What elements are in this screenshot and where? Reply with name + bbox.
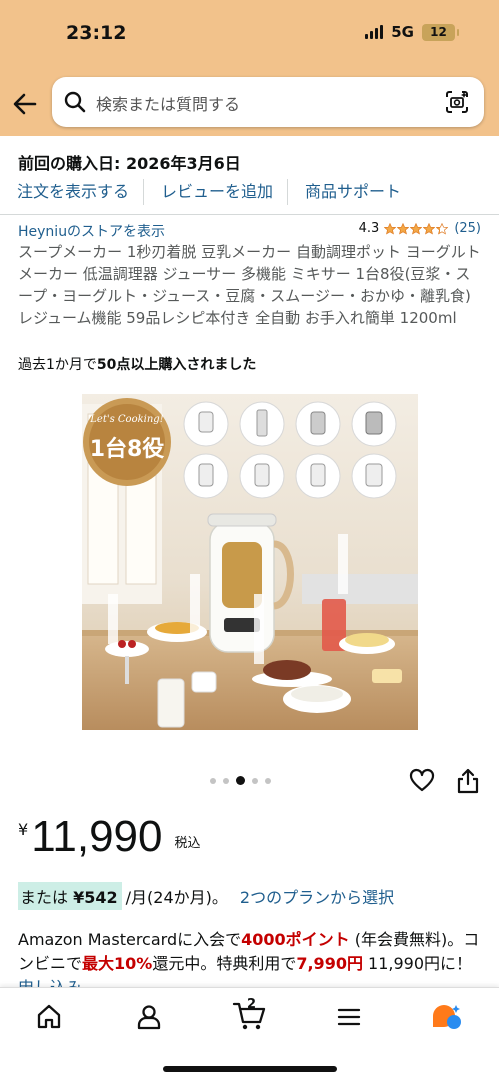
star-icon (397, 222, 410, 235)
promo-text-3: 還元中。特典利用で (152, 954, 297, 973)
purchase-volume-count: 50点以上購入されました (96, 357, 257, 373)
divider (0, 214, 499, 215)
purchase-volume-prefix: 過去1か月で (18, 357, 97, 373)
share-icon[interactable] (455, 767, 481, 795)
rating-value: 4.3 (358, 221, 380, 236)
review-count[interactable]: (25) (454, 221, 481, 236)
price-amount: 11,990 (31, 812, 163, 861)
currency-symbol: ¥ (18, 820, 29, 839)
order-action-links: 注文を表示する レビューを追加 商品サポート (0, 177, 499, 207)
rating-summary[interactable]: 4.3 (25) (359, 221, 481, 236)
installment-period: /月(24か月)。 (125, 888, 228, 907)
bottom-navigation: 2 (0, 987, 499, 1080)
carousel-dot[interactable] (236, 776, 245, 785)
installment-amount: ¥542 (73, 888, 118, 907)
product-title: スープメーカー 1秒刃着脱 豆乳メーカー 自動調理ポット ヨーグルトメーカー 低… (18, 243, 481, 327)
add-review-link[interactable]: レビューを追加 (143, 179, 287, 205)
promo-rate: 最大10% (82, 954, 153, 973)
badge-label: 1台8役 (90, 436, 165, 462)
promo-discount-price: 7,990円 (296, 954, 363, 973)
carousel-dot[interactable] (210, 777, 216, 784)
search-input[interactable]: 検索または質問する (52, 77, 484, 127)
cart-button[interactable]: 2 (232, 997, 268, 1032)
carousel-dot[interactable] (252, 777, 258, 784)
promo-text-5: に！ (440, 954, 473, 973)
home-icon[interactable] (34, 1002, 64, 1032)
menu-icon[interactable] (334, 1002, 364, 1032)
purchase-volume: 過去1か月で50点以上購入されました (18, 354, 256, 374)
home-indicator (163, 1066, 337, 1072)
badge-script: Let's Cooking! (89, 414, 163, 425)
view-order-link[interactable]: 注文を表示する (0, 179, 143, 205)
installment-prefix: または (20, 888, 69, 907)
search-placeholder: 検索または質問する (96, 95, 241, 114)
store-link[interactable]: Heyniuのストアを表示 (18, 221, 165, 241)
installment-highlight: または ¥542 (18, 882, 122, 910)
promo-points: 4000ポイント (241, 930, 350, 949)
product-image[interactable]: Let's Cooking! 1台8役 (82, 394, 418, 730)
status-time: 23:12 (66, 22, 127, 44)
star-icon (410, 222, 423, 235)
search-icon (64, 91, 86, 113)
promo-text-1: Amazon Mastercardに入会で (18, 930, 242, 949)
star-rating (384, 222, 449, 235)
carousel-dot[interactable] (223, 777, 229, 784)
account-icon[interactable] (134, 1002, 164, 1032)
heart-icon[interactable] (409, 768, 435, 794)
cart-count: 2 (247, 997, 257, 1012)
battery-level: 12 (430, 25, 447, 39)
signal-icon (365, 25, 384, 39)
carousel-indicator[interactable] (210, 776, 271, 785)
carousel-dot[interactable] (265, 777, 271, 784)
status-bar: 23:12 5G 12 (0, 0, 499, 70)
tax-included-label: 税込 (174, 836, 201, 851)
status-indicators: 5G 12 (365, 23, 459, 41)
price-block: ¥ 11,990 税込 (18, 812, 201, 862)
camera-scan-icon[interactable] (444, 89, 470, 115)
last-purchase-date: 前回の購入日: 2026年3月6日 (18, 154, 241, 173)
installment-offer: または ¥542 /月(24か月)。 2つのプランから選択 (18, 882, 394, 910)
search-header: 検索または質問する (0, 70, 499, 136)
back-arrow-icon[interactable] (11, 90, 39, 118)
choose-plan-link[interactable]: 2つのプランから選択 (240, 884, 394, 908)
star-icon (436, 222, 449, 235)
star-icon (423, 222, 436, 235)
product-support-link[interactable]: 商品サポート (287, 179, 415, 205)
rufus-assistant-icon[interactable] (430, 1002, 464, 1032)
promo-original-price: 11,990円 (362, 954, 441, 973)
network-label: 5G (391, 23, 414, 41)
battery-icon: 12 (422, 23, 459, 41)
star-icon (384, 222, 397, 235)
